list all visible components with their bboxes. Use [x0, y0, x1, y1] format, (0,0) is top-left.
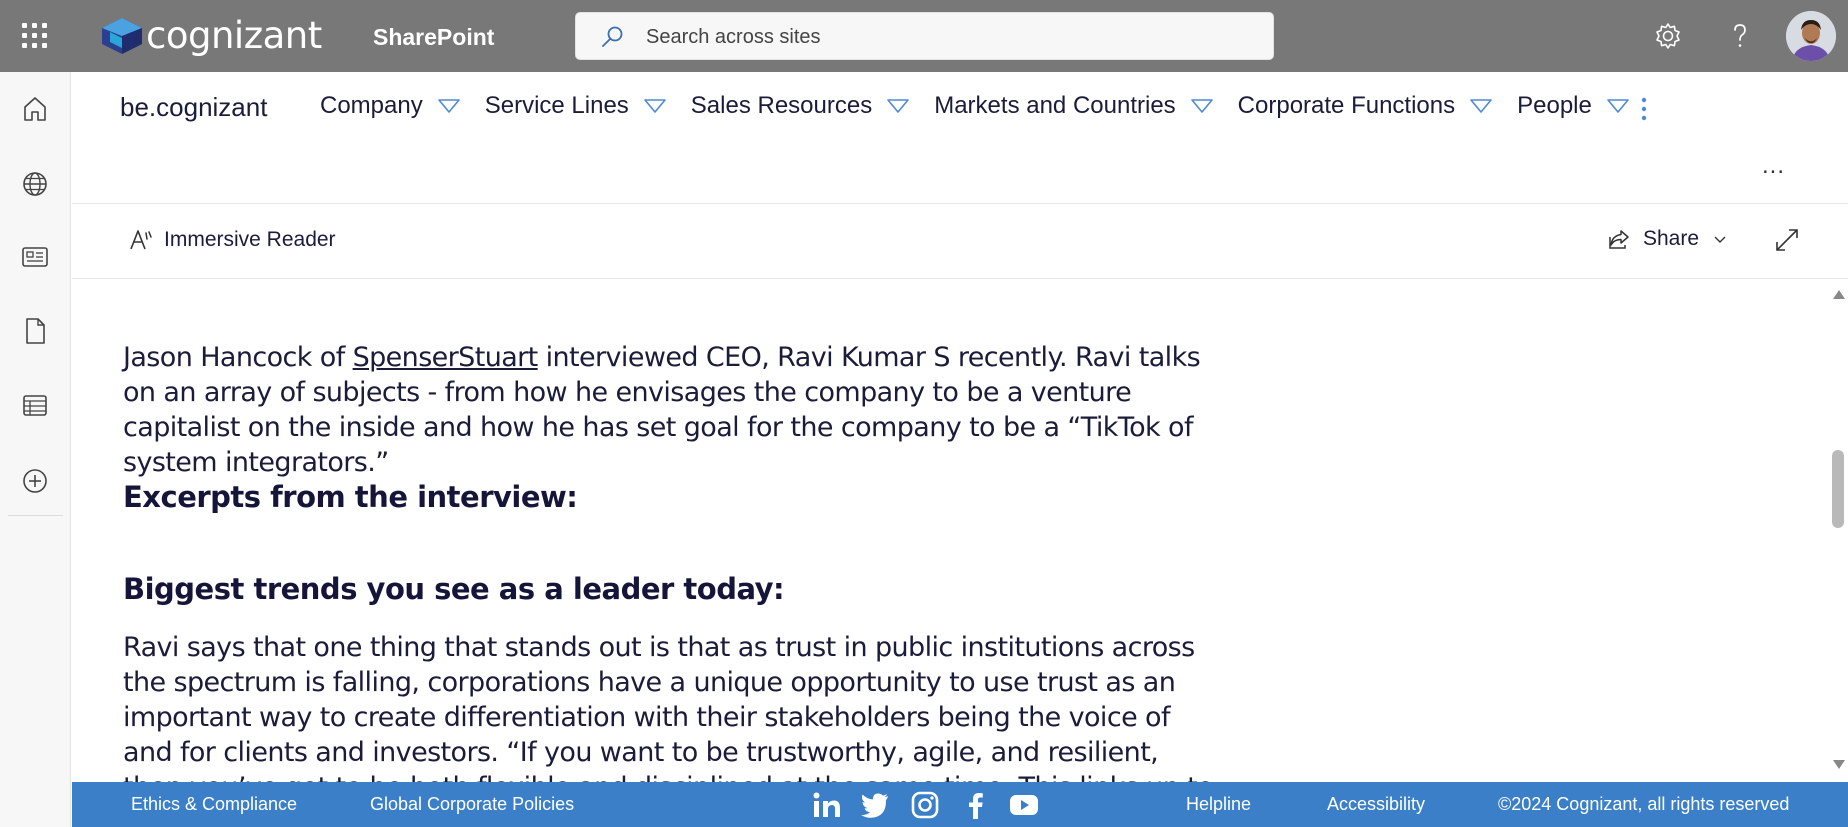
spenserstuart-link[interactable]: SpenserStuart — [353, 342, 539, 373]
command-bar: Immersive Reader Share — [72, 205, 1848, 279]
nav-item-label: Corporate Functions — [1237, 92, 1456, 119]
user-avatar-image — [1786, 11, 1836, 61]
biggest-trends-heading: Biggest trends you see as a leader today… — [123, 572, 785, 606]
cognizant-logo-mark — [102, 17, 142, 54]
nav-item-people[interactable]: People — [1517, 92, 1630, 120]
chevron-down-icon — [1714, 236, 1726, 243]
chevron-down-icon — [1470, 99, 1492, 113]
settings-gear-icon[interactable] — [1652, 20, 1684, 52]
immersive-reader-button[interactable]: Immersive Reader — [128, 227, 336, 253]
hub-navigation: Company Service Lines Sales Resources Ma… — [320, 92, 1654, 120]
search-icon — [602, 26, 623, 47]
brand-name: cognizant — [146, 14, 322, 57]
nav-item-label: Service Lines — [484, 92, 629, 119]
nav-item-label: Company — [320, 92, 423, 119]
search-box[interactable] — [575, 12, 1274, 60]
app-launcher-icon[interactable] — [22, 23, 48, 49]
search-input[interactable] — [646, 22, 1246, 52]
help-icon[interactable] — [1724, 20, 1756, 52]
page-more-actions-button[interactable]: ... — [1762, 152, 1785, 180]
chevron-down-icon — [643, 99, 666, 113]
linkedin-icon[interactable] — [812, 791, 842, 819]
accessibility-link[interactable]: Accessibility — [1327, 794, 1425, 815]
nav-item-label: Markets and Countries — [934, 92, 1176, 119]
article-intro-paragraph: Jason Hancock of SpenserStuart interview… — [123, 340, 1223, 480]
instagram-icon[interactable] — [910, 791, 940, 819]
site-header: be.cognizant Company Service Lines Sales… — [72, 72, 1848, 204]
copyright-text: ©2024 Cognizant, all rights reserved — [1498, 794, 1790, 814]
site-title[interactable]: be.cognizant — [120, 92, 267, 123]
immersive-reader-icon — [130, 230, 152, 250]
chevron-down-icon — [1190, 99, 1213, 113]
chevron-down-icon — [1607, 99, 1629, 113]
site-footer: Ethics & Compliance Global Corporate Pol… — [72, 782, 1848, 827]
excerpts-heading: Excerpts from the interview: — [123, 480, 578, 514]
helpline-link[interactable]: Helpline — [1186, 794, 1251, 815]
scroll-up-arrow[interactable] — [1833, 290, 1845, 299]
home-icon[interactable] — [20, 94, 50, 124]
expand-icon[interactable] — [1774, 227, 1800, 253]
immersive-reader-label: Immersive Reader — [164, 228, 336, 251]
nav-item-service-lines[interactable]: Service Lines — [485, 92, 667, 120]
youtube-icon[interactable] — [1009, 791, 1039, 819]
nav-item-label: Sales Resources — [690, 92, 873, 119]
news-icon[interactable] — [20, 242, 50, 272]
nav-overflow-icon[interactable] — [1640, 96, 1648, 122]
cognizant-logo[interactable]: cognizant — [100, 14, 322, 57]
chevron-down-icon — [887, 99, 910, 113]
scroll-down-arrow[interactable] — [1833, 760, 1845, 769]
left-app-bar — [0, 72, 71, 827]
scroll-thumb[interactable] — [1832, 450, 1844, 528]
chevron-down-icon — [437, 99, 460, 113]
lists-icon[interactable] — [20, 390, 50, 420]
suite-bar: cognizant SharePoint — [0, 0, 1848, 72]
nav-item-company[interactable]: Company — [320, 92, 461, 120]
create-add-icon[interactable] — [20, 466, 50, 496]
twitter-icon[interactable] — [860, 791, 890, 819]
document-icon[interactable] — [20, 316, 50, 346]
facebook-icon[interactable] — [961, 791, 991, 819]
share-icon — [1609, 230, 1629, 249]
nav-item-label: People — [1517, 92, 1592, 119]
vertical-scrollbar[interactable] — [1830, 280, 1848, 782]
rail-divider — [8, 515, 63, 516]
nav-item-corporate-functions[interactable]: Corporate Functions — [1238, 92, 1493, 120]
global-corporate-policies-link[interactable]: Global Corporate Policies — [370, 794, 574, 815]
share-label: Share — [1643, 227, 1700, 250]
trends-paragraph: Ravi says that one thing that stands out… — [123, 632, 1214, 782]
user-avatar[interactable] — [1786, 11, 1836, 61]
intro-text-start: Jason Hancock of — [123, 342, 353, 373]
page-content: Jason Hancock of SpenserStuart interview… — [72, 280, 1830, 782]
globe-icon[interactable] — [20, 169, 50, 199]
nav-item-sales-resources[interactable]: Sales Resources — [691, 92, 910, 120]
ethics-compliance-link[interactable]: Ethics & Compliance — [131, 794, 297, 815]
nav-item-markets-and-countries[interactable]: Markets and Countries — [934, 92, 1213, 120]
share-button[interactable]: Share — [1607, 227, 1727, 251]
app-name[interactable]: SharePoint — [373, 24, 494, 51]
